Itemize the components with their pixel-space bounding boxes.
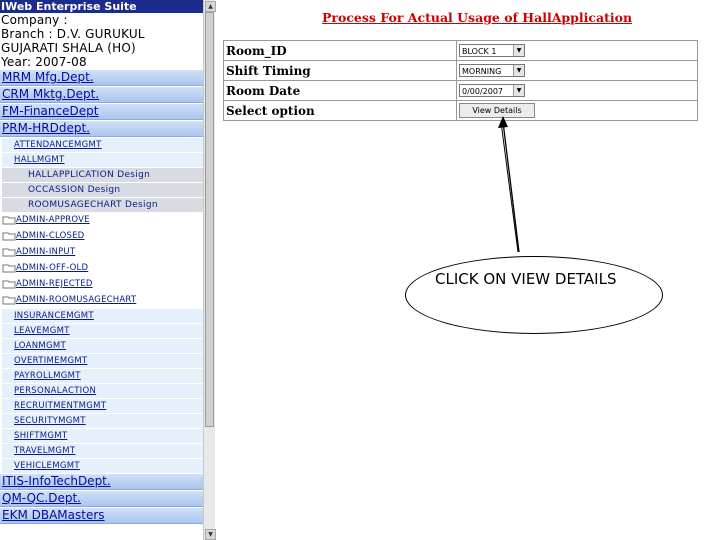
branch-label-line2: GUJARATI SHALA (HO)	[1, 41, 136, 55]
scroll-thumb[interactable]	[205, 12, 214, 427]
design-link-hallapplication[interactable]: HALLAPPLICATION Design	[2, 168, 203, 182]
dept-link-mrm[interactable]: MRM Mfg.Dept.	[0, 70, 203, 86]
admin-link-label: ADMIN-REJECTED	[16, 279, 93, 289]
design-link-occassion[interactable]: OCCASSION Design	[2, 183, 203, 197]
option-label: Select option	[223, 100, 457, 121]
shift-cell: MORNING ▼	[456, 60, 698, 81]
branch-label: Branch : D.V. GURUKUL	[1, 27, 145, 41]
module-link-leave[interactable]: LEAVEMGMT	[2, 324, 203, 338]
left-nav-frame: IWeb Enterprise Suite Company : Branch :…	[0, 0, 203, 540]
dept-link-fm[interactable]: FM-FinanceDept	[0, 104, 203, 120]
admin-link-rejected[interactable]: ADMIN-REJECTED	[0, 277, 203, 292]
company-label: Company :	[1, 13, 68, 27]
scroll-down-icon[interactable]: ▼	[205, 529, 216, 540]
module-link-security[interactable]: SECURITYMGMT	[2, 414, 203, 428]
view-details-button[interactable]: View Details	[459, 103, 535, 118]
admin-link-roomusagechart[interactable]: ADMIN-ROOMUSAGECHART	[0, 293, 203, 308]
form-row-room-id: Room_ID BLOCK 1 ▼	[223, 40, 698, 61]
admin-link-label: ADMIN-OFF-OLD	[16, 263, 89, 273]
room-id-value: BLOCK 1	[462, 47, 497, 56]
nav-scrollbar[interactable]: ▲ ▼	[203, 0, 216, 540]
module-link-payroll[interactable]: PAYROLLMGMT	[2, 369, 203, 383]
shift-label: Shift Timing	[223, 60, 457, 81]
dept-link-itis[interactable]: ITIS-InfoTechDept.	[0, 474, 203, 490]
shift-select[interactable]: MORNING ▼	[459, 64, 525, 77]
year-label: Year: 2007-08	[1, 55, 87, 69]
admin-link-label: ADMIN-CLOSED	[16, 231, 85, 241]
module-link-shift[interactable]: SHIFTMGMT	[2, 429, 203, 443]
form-row-shift: Shift Timing MORNING ▼	[223, 60, 698, 81]
admin-link-label: ADMIN-ROOMUSAGECHART	[16, 295, 137, 305]
design-link-roomusagechart[interactable]: ROOMUSAGECHART Design	[2, 198, 203, 212]
module-link-recruitment[interactable]: RECRUITMENTMGMT	[2, 399, 203, 413]
suite-title-bar: IWeb Enterprise Suite	[0, 0, 203, 13]
module-link-hallmgmt[interactable]: HALLMGMT	[2, 153, 203, 167]
page-title: Process For Actual Usage of HallApplicat…	[322, 10, 633, 25]
room-id-cell: BLOCK 1 ▼	[456, 40, 698, 61]
admin-link-closed[interactable]: ADMIN-CLOSED	[0, 229, 203, 244]
admin-link-input[interactable]: ADMIN-INPUT	[0, 245, 203, 260]
dept-link-crm[interactable]: CRM Mktg.Dept.	[0, 87, 203, 103]
room-id-label: Room_ID	[223, 40, 457, 61]
annotation-text: CLICK ON VIEW DETAILS	[435, 270, 617, 288]
form-row-option: Select option View Details	[223, 100, 698, 121]
module-link-personalaction[interactable]: PERSONALACTION	[2, 384, 203, 398]
chevron-down-icon[interactable]: ▼	[513, 85, 524, 96]
folder-branch-icon	[2, 263, 16, 273]
arrow-line-2	[500, 121, 519, 253]
folder-branch-icon	[2, 247, 16, 257]
date-cell: 0/00/2007 ▼	[456, 80, 698, 101]
chevron-down-icon[interactable]: ▼	[513, 45, 524, 56]
date-label: Room Date	[223, 80, 457, 101]
scroll-up-icon[interactable]: ▲	[205, 1, 216, 12]
form-row-date: Room Date 0/00/2007 ▼	[223, 80, 698, 101]
option-cell: View Details	[456, 100, 698, 121]
admin-link-approve[interactable]: ADMIN-APPROVE	[0, 213, 203, 228]
module-link-loan[interactable]: LOANMGMT	[2, 339, 203, 353]
shift-value: MORNING	[462, 67, 502, 76]
admin-link-label: ADMIN-INPUT	[16, 247, 76, 257]
folder-branch-icon	[2, 295, 16, 305]
module-link-insurance[interactable]: INSURANCEMGMT	[2, 309, 203, 323]
chevron-down-icon[interactable]: ▼	[513, 65, 524, 76]
room-id-select[interactable]: BLOCK 1 ▼	[459, 44, 525, 57]
date-value: 0/00/2007	[462, 87, 504, 96]
date-select[interactable]: 0/00/2007 ▼	[459, 84, 525, 97]
folder-branch-icon	[2, 279, 16, 289]
module-link-overtime[interactable]: OVERTIMEMGMT	[2, 354, 203, 368]
usage-form: Room_ID BLOCK 1 ▼ Shift Timing MORNING ▼…	[223, 40, 698, 121]
dept-link-qm[interactable]: QM-QC.Dept.	[0, 491, 203, 507]
admin-link-off-old[interactable]: ADMIN-OFF-OLD	[0, 261, 203, 276]
module-link-vehicle[interactable]: VEHICLEMGMT	[2, 459, 203, 473]
module-link-attendance[interactable]: ATTENDANCEMGMT	[2, 138, 203, 152]
arrow-line	[502, 121, 520, 253]
admin-link-label: ADMIN-APPROVE	[16, 215, 90, 225]
folder-branch-icon	[2, 215, 16, 225]
dept-link-prm[interactable]: PRM-HRDdept.	[0, 121, 203, 137]
folder-branch-icon	[2, 231, 16, 241]
dept-link-ekm[interactable]: EKM DBAMasters	[0, 508, 203, 524]
module-link-travel[interactable]: TRAVELMGMT	[2, 444, 203, 458]
